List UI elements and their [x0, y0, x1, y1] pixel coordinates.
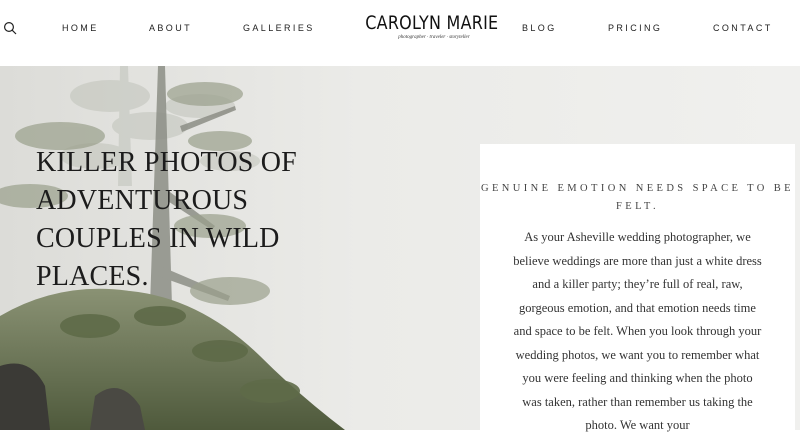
intro-card: GENUINE EMOTION NEEDS SPACE TO BE FELT. … [480, 144, 795, 444]
hero-headline: KILLER PHOTOS OF ADVENTUROUS COUPLES IN … [36, 147, 297, 292]
nav-about[interactable]: ABOUT [149, 23, 192, 33]
nav-pricing[interactable]: PRICING [608, 23, 662, 33]
nav-galleries[interactable]: GALLERIES [243, 23, 315, 33]
nav-contact[interactable]: CONTACT [713, 23, 773, 33]
nav-blog[interactable]: BLOG [522, 23, 557, 33]
logo-tagline: photographer · traveler · storyteller [398, 35, 470, 40]
site-logo[interactable]: CAROLYN MARIE photographer · traveler · … [356, 12, 499, 40]
card-body-text: As your Asheville wedding photographer, … [513, 230, 762, 432]
search-icon[interactable] [3, 21, 17, 35]
site-header: HOME ABOUT GALLERIES CAROLYN MARIE photo… [0, 0, 800, 66]
card-heading: GENUINE EMOTION NEEDS SPACE TO BE FELT. [481, 183, 794, 212]
nav-home[interactable]: HOME [62, 23, 99, 33]
logo-name: CAROLYN MARIE [365, 12, 499, 34]
